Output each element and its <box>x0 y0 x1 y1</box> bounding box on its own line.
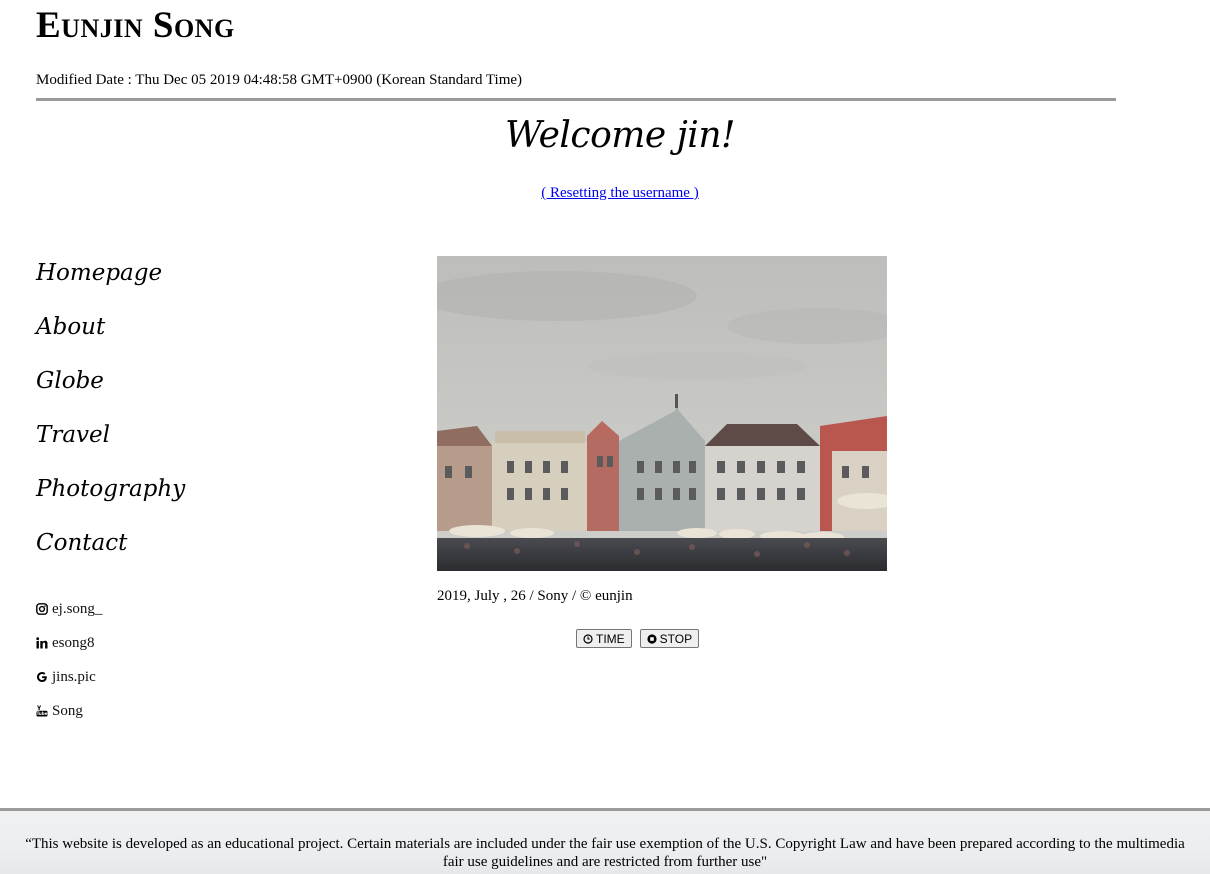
svg-text:Tube: Tube <box>37 711 48 716</box>
social-link-instagram[interactable]: ej.song_ <box>36 592 102 626</box>
social-link-linkedin[interactable]: esong8 <box>36 626 102 660</box>
site-title: Eunjin Song <box>36 5 235 46</box>
nav-item-about[interactable]: About <box>36 309 185 363</box>
main-nav: Homepage About Globe Travel Photography … <box>36 255 185 579</box>
photo-caption: 2019, July , 26 / Sony / © eunjin <box>437 588 633 604</box>
clock-icon <box>583 633 593 644</box>
social-link-google[interactable]: jins.pic <box>36 660 102 694</box>
nav-item-contact[interactable]: Contact <box>36 525 185 579</box>
youtube-icon: Tube <box>36 705 48 717</box>
time-button[interactable]: TIME <box>576 629 632 648</box>
reset-username-link[interactable]: ( Resetting the username ) <box>541 185 698 201</box>
modified-date-label: Modified Date : <box>36 72 136 88</box>
welcome-heading: Welcome jin! <box>505 115 735 156</box>
social-link-youtube[interactable]: Tube Song <box>36 694 102 728</box>
modified-date-value: Thu Dec 05 2019 04:48:58 GMT+0900 (Korea… <box>135 72 523 88</box>
stop-button-label: STOP <box>659 631 693 646</box>
modified-date: Modified Date : Thu Dec 05 2019 04:48:58… <box>36 72 522 89</box>
footer: “This website is developed as an educati… <box>0 808 1210 874</box>
header-divider <box>36 98 1116 101</box>
social-label-instagram: ej.song_ <box>52 601 103 617</box>
nav-item-travel[interactable]: Travel <box>36 417 185 471</box>
nav-item-globe[interactable]: Globe <box>36 363 185 417</box>
stop-button[interactable]: STOP <box>639 629 700 648</box>
nav-item-photography[interactable]: Photography <box>36 471 185 525</box>
google-icon <box>37 672 47 682</box>
footer-disclaimer: “This website is developed as an educati… <box>25 836 1185 870</box>
social-links: ej.song_ esong8 jins.pic Tube Song <box>36 592 102 728</box>
social-label-linkedin: esong8 <box>52 635 95 651</box>
social-label-youtube: Song <box>52 703 83 719</box>
reset-username-wrapper: ( Resetting the username ) <box>0 185 1210 202</box>
stop-icon <box>647 633 657 644</box>
nav-item-homepage[interactable]: Homepage <box>36 255 185 309</box>
slideshow-controls: TIME STOP <box>576 629 700 648</box>
social-label-google: jins.pic <box>52 669 96 685</box>
time-button-label: TIME <box>596 631 625 646</box>
gallery-photo <box>437 256 887 571</box>
instagram-icon <box>36 603 48 615</box>
linkedin-icon <box>36 637 48 649</box>
